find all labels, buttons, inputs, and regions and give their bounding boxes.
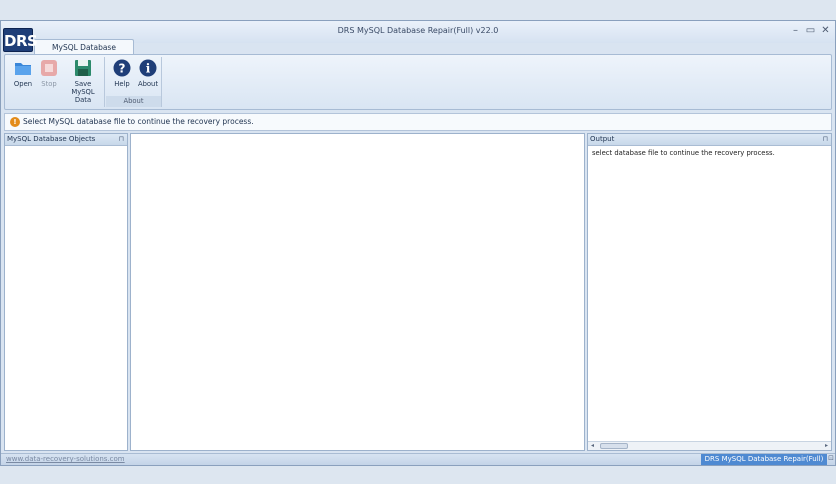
window-title: DRS MySQL Database Repair(Full) v22.0	[337, 26, 499, 35]
pin-icon[interactable]: ⊓	[823, 134, 828, 145]
scroll-thumb[interactable]	[600, 443, 628, 449]
status-bar: www.data-recovery-solutions.com DRS MySQ…	[1, 453, 835, 465]
database-objects-pane[interactable]: MySQL Database Objects ⊓	[4, 133, 128, 451]
save-label-line2: Data	[74, 96, 92, 104]
content-pane[interactable]	[130, 133, 585, 451]
about-label: About	[137, 80, 159, 88]
svg-text:i: i	[146, 62, 151, 76]
save-label-line1: Save MySQL	[71, 80, 95, 96]
warning-icon: !	[10, 117, 20, 127]
svg-text:?: ?	[119, 62, 126, 76]
horizontal-scrollbar[interactable]: ◂ ▸	[588, 441, 831, 450]
output-header: Output ⊓	[588, 134, 831, 146]
about-group-label: About	[106, 96, 161, 107]
help-button[interactable]: ? Help	[108, 59, 136, 88]
ribbon-panel: Open Stop Save MySQL Data ? Help i About…	[4, 54, 832, 110]
ribbon-group-recovery: Open Stop Save MySQL Data	[5, 57, 105, 107]
stop-button[interactable]: Stop	[35, 59, 63, 88]
website-link[interactable]: www.data-recovery-solutions.com	[6, 455, 125, 463]
stop-label: Stop	[41, 80, 57, 88]
scroll-left-icon[interactable]: ◂	[588, 442, 597, 450]
open-button[interactable]: Open	[9, 59, 37, 88]
scroll-right-icon[interactable]: ▸	[822, 442, 831, 450]
resize-grip-icon[interactable]: ⊡	[828, 454, 834, 462]
floppy-disk-icon	[75, 60, 91, 76]
ribbon-tab-strip: MySQL Database Recovery	[1, 39, 835, 67]
about-button[interactable]: i About	[134, 59, 162, 88]
save-mysql-data-button[interactable]: Save MySQL Data	[63, 59, 103, 104]
folder-icon	[15, 63, 31, 75]
close-button[interactable]: ✕	[820, 24, 831, 38]
ribbon-group-about: ? Help i About About	[106, 57, 162, 107]
minimize-button[interactable]: –	[790, 24, 801, 38]
info-icon: i	[139, 59, 157, 77]
database-objects-title: MySQL Database Objects	[7, 135, 96, 143]
maximize-button[interactable]: ▭	[805, 24, 816, 38]
status-app-name: DRS MySQL Database Repair(Full)	[701, 454, 827, 465]
app-window: DRS MySQL Database Repair(Full) v22.0 – …	[0, 20, 836, 466]
output-pane[interactable]: Output ⊓ select database file to continu…	[587, 133, 832, 451]
tab-mysql-database-recovery[interactable]: MySQL Database Recovery	[34, 39, 134, 67]
window-controls: – ▭ ✕	[790, 24, 831, 38]
open-label: Open	[13, 80, 33, 88]
stop-icon	[41, 60, 57, 76]
output-message: select database file to continue the rec…	[592, 149, 775, 157]
info-message: Select MySQL database file to continue t…	[23, 117, 254, 126]
pin-icon[interactable]: ⊓	[119, 134, 124, 145]
output-title: Output	[590, 135, 615, 143]
info-bar: ! Select MySQL database file to continue…	[4, 113, 832, 131]
help-icon: ?	[113, 59, 131, 77]
app-logo[interactable]: DRS	[3, 28, 38, 52]
database-objects-header: MySQL Database Objects ⊓	[5, 134, 127, 146]
help-label: Help	[114, 80, 130, 88]
